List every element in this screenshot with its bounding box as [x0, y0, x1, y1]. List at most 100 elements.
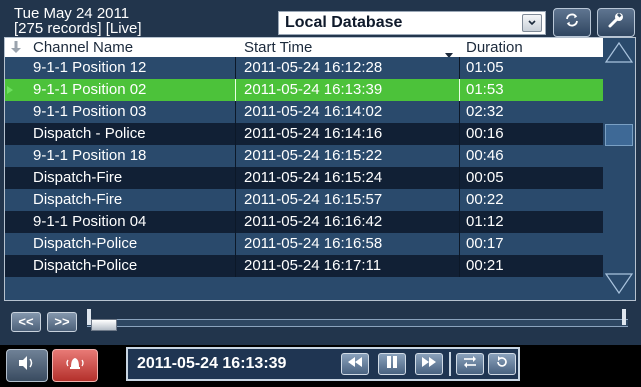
current-date: Tue May 24 2011 [14, 5, 130, 22]
cell-channel: 9-1-1 Position 18 [33, 147, 147, 164]
current-row-marker-icon [7, 86, 13, 94]
cell-start-time: 2011-05-24 16:16:42 [244, 213, 383, 230]
fast-forward-icon [421, 355, 437, 373]
cell-channel: Dispatch-Police [33, 235, 138, 252]
table-row[interactable]: Dispatch-Police 2011-05-24 16:17:11 00:2… [5, 255, 603, 277]
scroll-thumb[interactable] [605, 124, 633, 146]
column-divider [235, 79, 236, 101]
table-header: Channel Name Start Time Duration [5, 38, 603, 58]
column-duration[interactable]: Duration [466, 39, 523, 56]
volume-button[interactable] [6, 349, 48, 382]
column-divider [235, 189, 236, 211]
table-row[interactable]: 9-1-1 Position 03 2011-05-24 16:14:02 02… [5, 101, 603, 123]
column-divider [235, 211, 236, 233]
column-divider [235, 145, 236, 167]
cell-duration: 00:21 [466, 257, 504, 274]
column-divider [459, 57, 460, 79]
cell-channel: 9-1-1 Position 03 [33, 103, 147, 120]
pause-button[interactable] [378, 353, 406, 375]
cell-start-time: 2011-05-24 16:14:02 [244, 103, 383, 120]
column-divider [459, 211, 460, 233]
table-row[interactable]: Dispatch-Fire 2011-05-24 16:15:57 00:22 [5, 189, 603, 211]
rewind-button[interactable] [341, 353, 369, 375]
database-select[interactable]: Local Database [278, 11, 546, 35]
cell-channel: Dispatch-Fire [33, 191, 123, 208]
column-divider [459, 189, 460, 211]
cell-duration: 00:17 [466, 235, 504, 252]
cell-start-time: 2011-05-24 16:15:22 [244, 147, 383, 164]
cell-duration: 01:12 [466, 213, 504, 230]
cell-start-time: 2011-05-24 16:16:58 [244, 235, 383, 252]
table-row[interactable]: 9-1-1 Position 12 2011-05-24 16:12:28 01… [5, 57, 603, 79]
cell-duration: 00:22 [466, 191, 504, 208]
controls-divider [449, 352, 451, 376]
cell-channel: 9-1-1 Position 04 [33, 213, 147, 230]
column-divider [235, 167, 236, 189]
column-divider [235, 233, 236, 255]
cell-channel: Dispatch-Police [33, 257, 138, 274]
cell-channel: Dispatch - Police [33, 125, 146, 142]
cell-duration: 01:53 [466, 81, 504, 98]
call-records-table: Channel Name Start Time Duration 9-1-1 P… [4, 37, 636, 301]
cell-start-time: 2011-05-24 16:12:28 [244, 59, 383, 76]
scroll-up-icon[interactable] [604, 40, 634, 69]
column-channel-name[interactable]: Channel Name [33, 39, 133, 56]
table-row[interactable]: 9-1-1 Position 04 2011-05-24 16:16:42 01… [5, 211, 603, 233]
fast-forward-button[interactable] [415, 353, 443, 375]
playback-controls: 2011-05-24 16:13:39 [126, 347, 520, 381]
cell-duration: 01:05 [466, 59, 504, 76]
cell-channel: 9-1-1 Position 12 [33, 59, 147, 76]
settings-button[interactable] [597, 8, 635, 37]
next-button[interactable]: >> [47, 312, 77, 332]
column-divider [459, 233, 460, 255]
rewind-icon [347, 355, 363, 373]
previous-button[interactable]: << [11, 312, 41, 332]
column-divider [235, 57, 236, 79]
table-row-selected[interactable]: 9-1-1 Position 02 2011-05-24 16:13:39 01… [5, 79, 603, 101]
table-row[interactable]: Dispatch-Police 2011-05-24 16:16:58 00:1… [5, 233, 603, 255]
table-row[interactable]: 9-1-1 Position 18 2011-05-24 16:15:22 00… [5, 145, 603, 167]
column-start-time[interactable]: Start Time [244, 39, 312, 56]
loop-button[interactable] [456, 353, 484, 375]
playback-timestamp: 2011-05-24 16:13:39 [137, 355, 287, 372]
timeline-end-marker [622, 309, 626, 325]
cell-duration: 00:16 [466, 125, 504, 142]
refresh-icon [564, 12, 580, 33]
speaker-icon [17, 355, 37, 376]
recorder-app: Tue May 24 2011 [275 records] [Live] Loc… [0, 0, 641, 387]
cell-start-time: 2011-05-24 16:17:11 [244, 257, 382, 274]
cell-channel: Dispatch-Fire [33, 169, 123, 186]
column-divider [235, 255, 236, 277]
cell-start-time: 2011-05-24 16:14:16 [244, 125, 383, 142]
table-row[interactable]: Dispatch - Police 2011-05-24 16:14:16 00… [5, 123, 603, 145]
column-divider [459, 255, 460, 277]
table-row-empty [5, 277, 603, 300]
scroll-down-icon[interactable] [604, 272, 634, 301]
pause-icon [385, 355, 399, 374]
cell-duration: 00:05 [466, 169, 504, 186]
timeline-track[interactable] [87, 319, 628, 327]
alarm-button[interactable] [52, 349, 98, 382]
column-divider [459, 123, 460, 145]
cell-channel: 9-1-1 Position 02 [33, 81, 147, 98]
vertical-scrollbar[interactable] [603, 38, 635, 300]
timeline-slider-thumb[interactable] [91, 319, 117, 331]
records-count: [275 records] [Live] [14, 20, 142, 37]
chevron-down-icon[interactable] [522, 14, 542, 32]
column-divider [459, 79, 460, 101]
column-divider [459, 145, 460, 167]
database-select-value: Local Database [285, 14, 403, 31]
cell-start-time: 2011-05-24 16:13:39 [244, 81, 383, 98]
column-divider [459, 167, 460, 189]
cell-duration: 00:46 [466, 147, 504, 164]
column-divider [459, 101, 460, 123]
cell-duration: 02:32 [466, 103, 504, 120]
cell-start-time: 2011-05-24 16:15:57 [244, 191, 383, 208]
replay-button[interactable] [488, 353, 516, 375]
column-divider [235, 101, 236, 123]
table-row[interactable]: Dispatch-Fire 2011-05-24 16:15:24 00:05 [5, 167, 603, 189]
replay-icon [495, 355, 509, 374]
refresh-button[interactable] [553, 8, 591, 37]
column-divider [235, 123, 236, 145]
alarm-bell-icon [64, 355, 86, 376]
